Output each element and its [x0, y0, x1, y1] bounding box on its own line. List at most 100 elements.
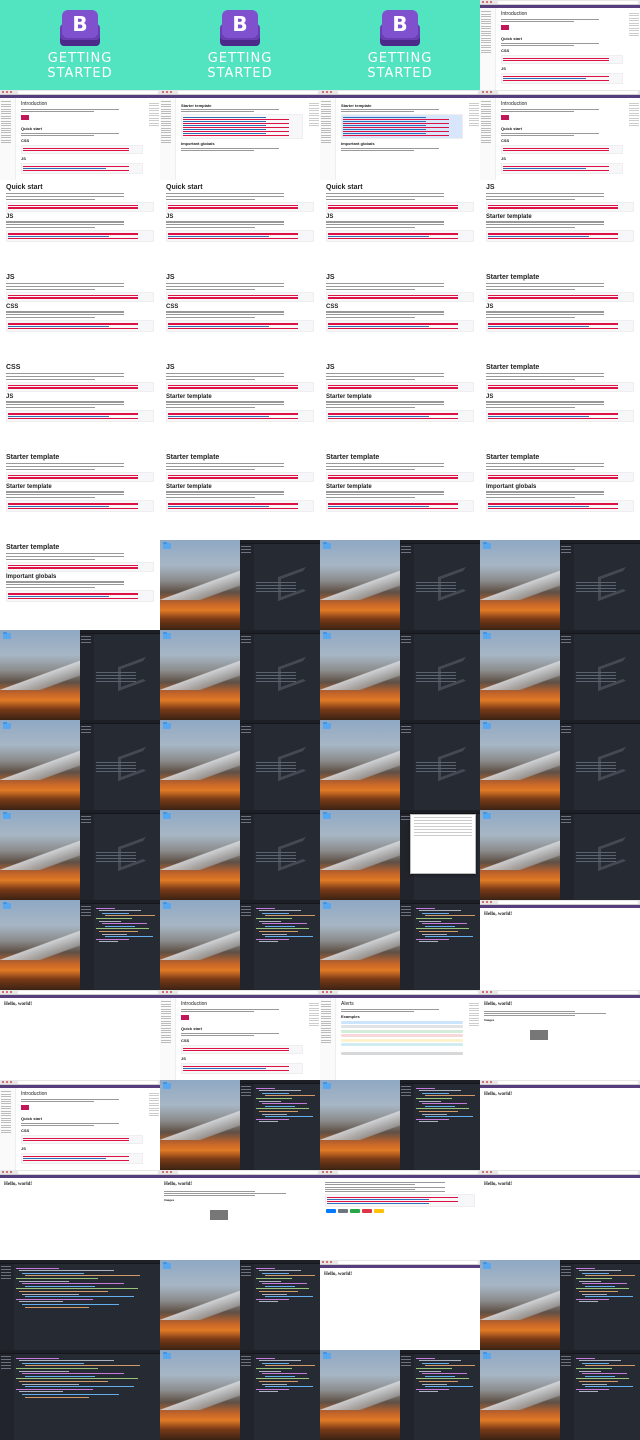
bootstrap-navbar[interactable]	[480, 995, 640, 998]
folder-icon[interactable]	[163, 542, 171, 549]
bootstrap-navbar[interactable]	[480, 1085, 640, 1088]
address-bar[interactable]	[338, 1260, 478, 1264]
address-bar[interactable]	[178, 1170, 318, 1174]
address-bar[interactable]	[18, 90, 158, 94]
folder-icon[interactable]	[163, 632, 171, 639]
ad-badge[interactable]	[21, 115, 29, 121]
code-text[interactable]	[576, 1356, 638, 1394]
code-editor[interactable]	[560, 630, 640, 720]
code-text[interactable]	[256, 1086, 318, 1124]
folder-icon[interactable]	[323, 812, 331, 819]
button-primary[interactable]	[326, 1208, 336, 1213]
code-editor[interactable]	[400, 630, 480, 720]
docs-sidebar[interactable]	[320, 98, 336, 180]
address-bar[interactable]	[498, 1080, 638, 1084]
code-editor[interactable]	[80, 630, 160, 720]
code-editor[interactable]	[80, 720, 160, 810]
address-bar[interactable]	[178, 990, 318, 994]
folder-icon[interactable]	[483, 632, 491, 639]
code-editor[interactable]	[80, 900, 160, 990]
ad-badge[interactable]	[21, 1105, 29, 1111]
bootstrap-navbar[interactable]	[160, 1175, 320, 1178]
folder-icon[interactable]	[163, 1352, 171, 1359]
folder-icon[interactable]	[3, 632, 11, 639]
code-editor[interactable]	[560, 540, 640, 630]
address-bar[interactable]	[498, 900, 638, 904]
folder-icon[interactable]	[483, 1352, 491, 1359]
code-editor[interactable]	[80, 810, 160, 900]
code-editor[interactable]	[400, 720, 480, 810]
address-bar[interactable]	[178, 90, 318, 94]
folder-icon[interactable]	[483, 722, 491, 729]
folder-icon[interactable]	[323, 542, 331, 549]
code-text[interactable]	[256, 906, 318, 944]
code-text[interactable]	[256, 1266, 318, 1304]
folder-icon[interactable]	[483, 1262, 491, 1269]
code-editor[interactable]	[240, 900, 320, 990]
address-bar[interactable]	[338, 1170, 478, 1174]
address-bar[interactable]	[338, 90, 478, 94]
code-editor[interactable]	[240, 810, 320, 900]
code-editor[interactable]	[400, 1080, 480, 1170]
toc-sidebar[interactable]	[148, 1088, 160, 1170]
code-text[interactable]	[416, 1086, 478, 1124]
toc-sidebar[interactable]	[468, 98, 480, 180]
folder-icon[interactable]	[483, 812, 491, 819]
docs-sidebar[interactable]	[0, 98, 16, 180]
button-warning[interactable]	[374, 1208, 384, 1213]
folder-icon[interactable]	[323, 632, 331, 639]
toc-sidebar[interactable]	[468, 998, 480, 1080]
docs-sidebar[interactable]	[480, 98, 496, 180]
folder-icon[interactable]	[163, 812, 171, 819]
address-bar[interactable]	[18, 1080, 158, 1084]
toc-sidebar[interactable]	[628, 8, 640, 90]
docs-sidebar[interactable]	[480, 8, 496, 90]
docs-sidebar[interactable]	[0, 1088, 16, 1170]
folder-icon[interactable]	[323, 1082, 331, 1089]
folder-icon[interactable]	[163, 1262, 171, 1269]
open-file-dialog[interactable]	[410, 814, 476, 874]
docs-sidebar[interactable]	[160, 998, 176, 1080]
folder-icon[interactable]	[323, 722, 331, 729]
code-editor[interactable]	[240, 630, 320, 720]
code-editor[interactable]	[560, 810, 640, 900]
ad-badge[interactable]	[501, 115, 509, 121]
address-bar[interactable]	[498, 90, 638, 94]
code-editor[interactable]	[560, 1260, 640, 1350]
bootstrap-navbar[interactable]	[480, 905, 640, 908]
bootstrap-navbar[interactable]	[0, 995, 160, 998]
button-success[interactable]	[350, 1208, 360, 1213]
code-editor[interactable]	[400, 1350, 480, 1440]
bootstrap-navbar[interactable]	[0, 1175, 160, 1178]
folder-icon[interactable]	[163, 722, 171, 729]
code-editor[interactable]	[240, 1260, 320, 1350]
docs-sidebar[interactable]	[320, 998, 336, 1080]
toc-sidebar[interactable]	[308, 998, 320, 1080]
folder-icon[interactable]	[323, 902, 331, 909]
folder-icon[interactable]	[483, 542, 491, 549]
code-editor[interactable]	[560, 1350, 640, 1440]
code-text[interactable]	[16, 1266, 158, 1309]
code-editor[interactable]	[240, 1080, 320, 1170]
docs-sidebar[interactable]	[160, 98, 176, 180]
folder-icon[interactable]	[163, 902, 171, 909]
code-editor[interactable]	[240, 540, 320, 630]
code-editor[interactable]	[240, 720, 320, 810]
address-bar[interactable]	[498, 1170, 638, 1174]
folder-icon[interactable]	[323, 1352, 331, 1359]
code-text[interactable]	[96, 906, 158, 944]
address-bar[interactable]	[18, 990, 158, 994]
code-editor[interactable]	[240, 1350, 320, 1440]
address-bar[interactable]	[498, 0, 638, 4]
bootstrap-navbar[interactable]	[480, 1175, 640, 1178]
code-text[interactable]	[256, 1356, 318, 1394]
code-editor[interactable]	[560, 720, 640, 810]
address-bar[interactable]	[18, 1170, 158, 1174]
code-text[interactable]	[576, 1266, 638, 1304]
ad-badge[interactable]	[501, 25, 509, 31]
code-editor[interactable]	[400, 540, 480, 630]
folder-icon[interactable]	[3, 812, 11, 819]
folder-icon[interactable]	[3, 902, 11, 909]
code-text[interactable]	[416, 1356, 478, 1394]
code-text[interactable]	[416, 906, 478, 944]
